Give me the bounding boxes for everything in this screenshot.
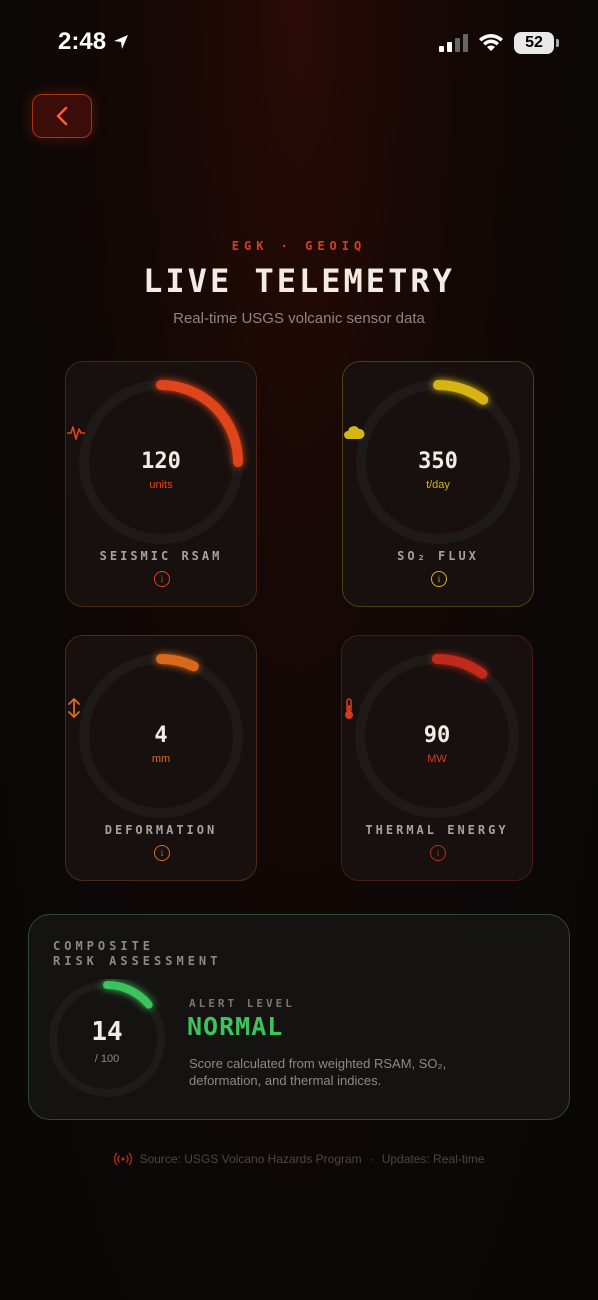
status-time: 2:48	[58, 28, 130, 56]
deformation-value: 4	[154, 723, 168, 748]
metric-card-so2[interactable]: 350 t/day SO₂ FLUX i	[342, 361, 534, 607]
status-bar: 2:48 52	[0, 0, 598, 90]
broadcast-icon	[113, 1152, 132, 1166]
thermal-unit: MW	[427, 753, 447, 765]
risk-description: Score calculated from weighted RSAM, SO₂…	[189, 1056, 447, 1088]
risk-heading-line1: COMPOSITE	[53, 939, 155, 953]
seismic-info-icon[interactable]: i	[154, 571, 170, 587]
deformation-label: DEFORMATION	[104, 823, 218, 837]
so2-unit: t/day	[426, 479, 450, 491]
so2-info-icon[interactable]: i	[431, 571, 447, 587]
alert-level-label: ALERT LEVEL	[189, 997, 295, 1010]
metric-card-deformation[interactable]: 4 mm DEFORMATION i	[65, 635, 257, 881]
status-icons: 52	[438, 32, 559, 54]
seismic-label: SEISMIC RSAM	[99, 549, 223, 563]
risk-score: 14	[91, 1017, 123, 1047]
thermal-label: THERMAL ENERGY	[365, 823, 509, 837]
footer-source: Source: USGS Volcano Hazards Program	[139, 1152, 362, 1166]
so2-label: SO₂ FLUX	[397, 549, 479, 563]
location-arrow-icon	[114, 35, 129, 49]
metric-card-thermal[interactable]: 90 MW THERMAL ENERGY i	[341, 635, 533, 881]
back-button[interactable]	[32, 94, 92, 138]
brand-kicker: EGK · GEOIQ	[231, 239, 367, 253]
alert-level-value: NORMAL	[187, 1012, 284, 1041]
seismic-unit: units	[149, 479, 173, 491]
chevron-left-icon	[56, 106, 68, 126]
page-subtitle: Real-time USGS volcanic sensor data	[173, 310, 425, 327]
risk-gauge: 14 / 100	[47, 979, 167, 1099]
risk-score-max: / 100	[94, 1053, 120, 1065]
footer: Source: USGS Volcano Hazards Program · U…	[0, 1152, 598, 1166]
composite-risk-card: COMPOSITE RISK ASSESSMENT 14 / 100 ALERT…	[28, 914, 570, 1120]
footer-updates: Updates: Real-time	[381, 1152, 485, 1166]
status-time-text: 2:48	[58, 28, 107, 55]
so2-value: 350	[418, 449, 458, 474]
footer-separator: ·	[369, 1152, 374, 1166]
wifi-icon	[479, 34, 503, 51]
page-title: LIVE TELEMETRY	[143, 262, 455, 300]
deformation-unit: mm	[151, 753, 171, 765]
thermal-value: 90	[423, 723, 451, 748]
thermal-info-icon[interactable]: i	[430, 845, 446, 861]
deformation-info-icon[interactable]: i	[154, 845, 170, 861]
metric-card-seismic[interactable]: 120 units SEISMIC RSAM i	[65, 361, 257, 607]
signal-icon	[439, 34, 468, 52]
risk-heading-line2: RISK ASSESSMENT	[53, 954, 222, 968]
risk-heading: COMPOSITE RISK ASSESSMENT	[53, 939, 221, 969]
seismic-value: 120	[141, 449, 181, 474]
battery-indicator: 52	[514, 32, 559, 54]
battery-level: 52	[525, 34, 543, 51]
